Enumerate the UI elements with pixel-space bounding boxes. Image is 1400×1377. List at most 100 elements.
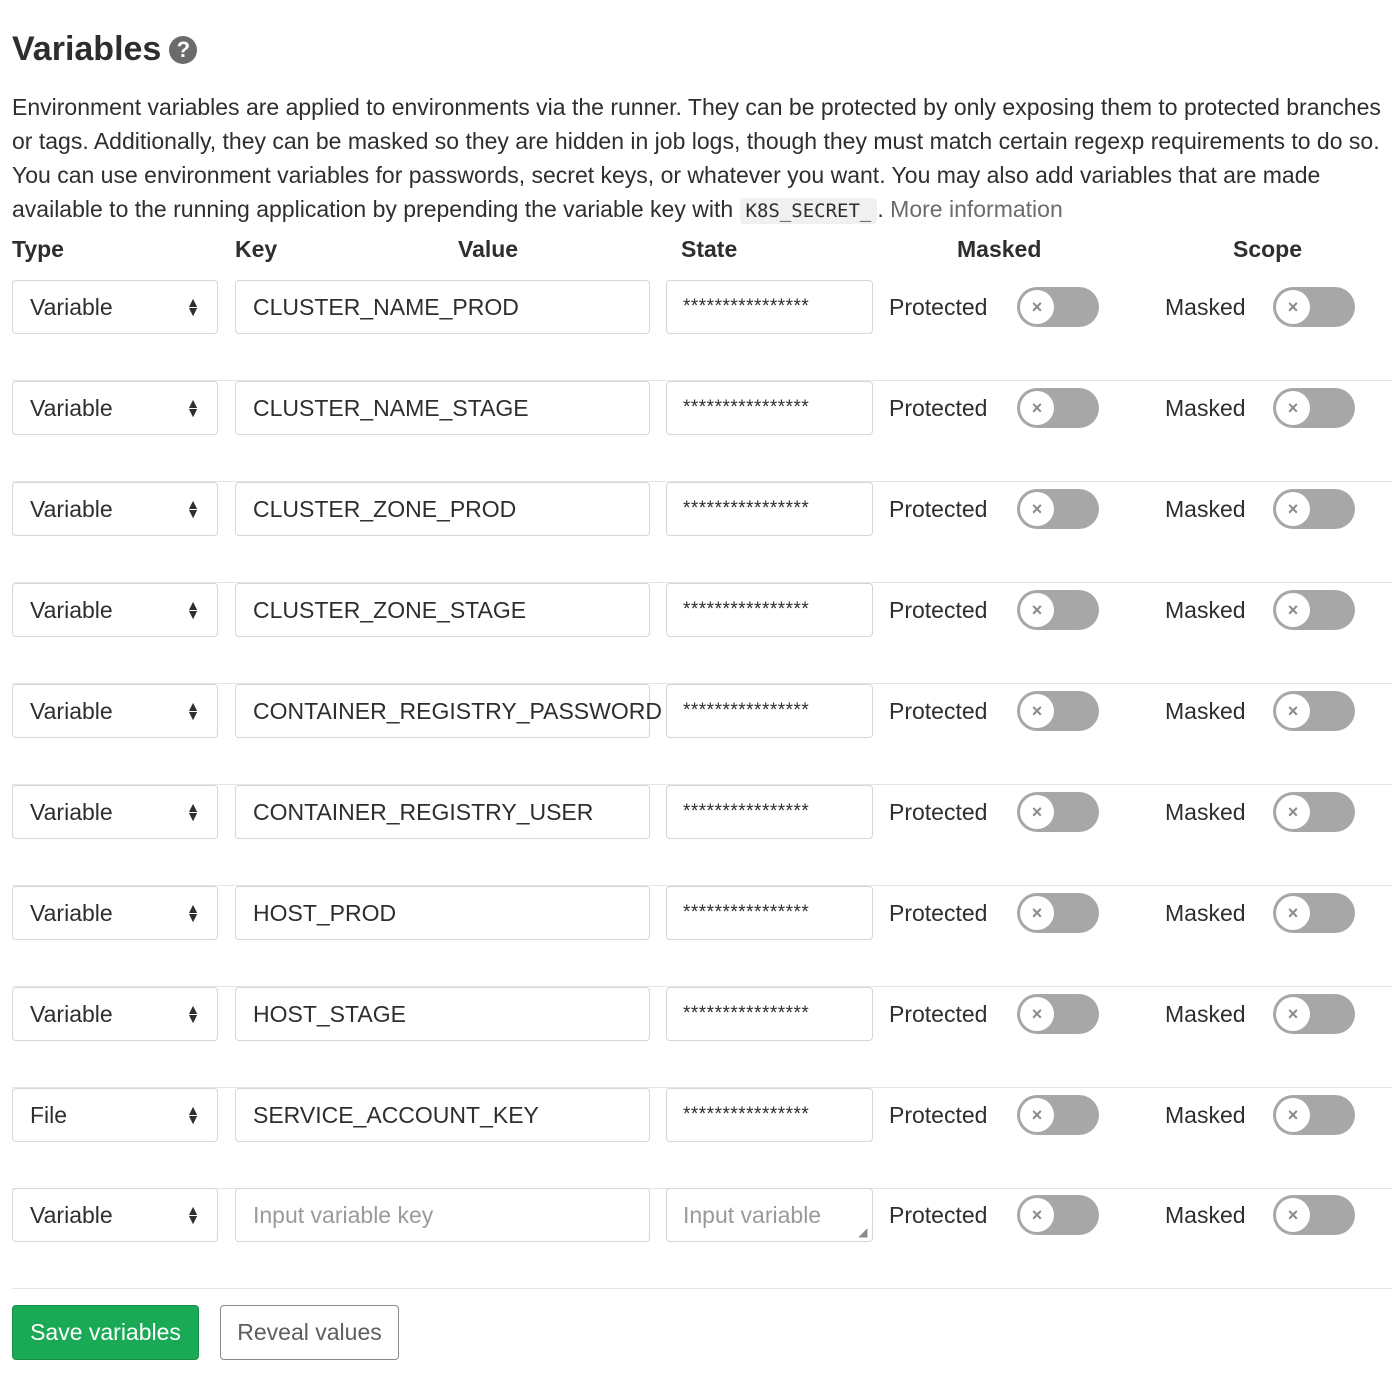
type-select[interactable]: Variable ▲ ▼ <box>12 987 218 1041</box>
masked-toggle[interactable]: × <box>1273 691 1355 731</box>
masked-toggle[interactable]: × <box>1273 388 1355 428</box>
type-select[interactable]: File ▲ ▼ <box>12 1088 218 1142</box>
key-input[interactable]: CLUSTER_ZONE_PROD <box>235 482 650 536</box>
type-select[interactable]: Variable ▲ ▼ <box>12 785 218 839</box>
protected-toggle[interactable]: × <box>1017 287 1099 327</box>
protected-toggle[interactable]: × <box>1017 1195 1099 1235</box>
type-select[interactable]: Variable ▲ ▼ <box>12 482 218 536</box>
protected-label: Protected <box>889 799 988 825</box>
key-input-value: CLUSTER_ZONE_STAGE <box>253 596 527 623</box>
key-input-value: CONTAINER_REGISTRY_PASSWORD <box>253 697 662 724</box>
masked-toggle[interactable]: × <box>1273 792 1355 832</box>
header-value: Value <box>458 236 519 262</box>
header-state: State <box>681 236 738 262</box>
masked-label: Masked <box>1165 698 1246 724</box>
type-select-value: Variable <box>30 394 113 421</box>
close-icon: × <box>1020 997 1054 1031</box>
type-select-value: File <box>30 1101 68 1128</box>
close-icon: × <box>1276 694 1310 728</box>
sort-arrows-icon: ▲ ▼ <box>186 496 200 521</box>
value-input[interactable]: **************** <box>666 583 873 637</box>
key-input[interactable]: CLUSTER_ZONE_STAGE <box>235 583 650 637</box>
close-icon: × <box>1020 593 1054 627</box>
more-information-link[interactable]: More information <box>890 196 1063 222</box>
value-input[interactable]: **************** <box>666 1088 873 1142</box>
masked-toggle[interactable]: × <box>1273 287 1355 327</box>
type-select[interactable]: Variable ▲ ▼ <box>12 886 218 940</box>
protected-toggle[interactable]: × <box>1017 792 1099 832</box>
value-input[interactable]: **************** <box>666 886 873 940</box>
close-icon: × <box>1276 896 1310 930</box>
key-input[interactable]: CLUSTER_NAME_STAGE <box>235 381 650 435</box>
masked-label: Masked <box>1165 1202 1246 1228</box>
masked-label: Masked <box>1165 1001 1246 1027</box>
sort-arrows-icon: ▲ ▼ <box>186 900 200 925</box>
value-input[interactable]: **************** <box>666 381 873 435</box>
protected-label: Protected <box>889 1202 988 1228</box>
question-circle-icon[interactable]: ? <box>169 35 198 64</box>
sort-arrows-icon: ▲ ▼ <box>186 1001 200 1026</box>
masked-label: Masked <box>1165 294 1246 320</box>
masked-toggle[interactable]: × <box>1273 994 1355 1034</box>
protected-toggle[interactable]: × <box>1017 590 1099 630</box>
close-icon: × <box>1276 290 1310 324</box>
resize-handle-icon[interactable]: ◢ <box>858 1226 868 1238</box>
value-input[interactable]: **************** <box>666 987 873 1041</box>
masked-toggle[interactable]: × <box>1273 893 1355 933</box>
value-input[interactable]: **************** <box>666 482 873 536</box>
key-input[interactable]: Input variable key <box>235 1188 650 1242</box>
reveal-values-button[interactable]: Reveal values <box>220 1305 399 1360</box>
type-select[interactable]: Variable ▲ ▼ <box>12 381 218 435</box>
key-input-value: CONTAINER_REGISTRY_USER <box>253 798 594 825</box>
protected-toggle[interactable]: × <box>1017 994 1099 1034</box>
key-input[interactable]: CONTAINER_REGISTRY_USER <box>235 785 650 839</box>
key-input-value: CLUSTER_NAME_STAGE <box>253 394 529 421</box>
close-icon: × <box>1020 290 1054 324</box>
key-input-value: HOST_STAGE <box>253 1000 406 1027</box>
header-scope: Scope <box>1233 236 1303 262</box>
close-icon: × <box>1276 1098 1310 1132</box>
variable-row: Variable ▲ ▼ CLUSTER_NAME_PROD *************… <box>0 280 1392 381</box>
close-icon: × <box>1020 391 1054 425</box>
close-icon: × <box>1020 492 1054 526</box>
sort-arrows-icon: ▲ ▼ <box>186 1202 200 1227</box>
value-input-masked: **************** <box>683 1104 810 1125</box>
type-select[interactable]: Variable ▲ ▼ <box>12 583 218 637</box>
masked-toggle[interactable]: × <box>1273 590 1355 630</box>
key-input[interactable]: HOST_PROD <box>235 886 650 940</box>
key-input-value: CLUSTER_ZONE_PROD <box>253 495 517 522</box>
header-key: Key <box>235 236 278 262</box>
masked-toggle[interactable]: × <box>1273 1195 1355 1235</box>
section-header: Variables ? <box>12 30 198 69</box>
masked-toggle[interactable]: × <box>1273 489 1355 529</box>
protected-toggle[interactable]: × <box>1017 1095 1099 1135</box>
close-icon: × <box>1276 492 1310 526</box>
protected-toggle[interactable]: × <box>1017 489 1099 529</box>
value-input[interactable]: **************** <box>666 785 873 839</box>
type-select[interactable]: Variable ▲ ▼ <box>12 1188 218 1242</box>
type-select-value: Variable <box>30 697 113 724</box>
protected-label: Protected <box>889 1102 988 1128</box>
value-input[interactable]: **************** <box>666 684 873 738</box>
key-input[interactable]: CONTAINER_REGISTRY_PASSWORD <box>235 684 662 738</box>
type-select[interactable]: Variable ▲ ▼ <box>12 280 218 334</box>
masked-toggle[interactable]: × <box>1273 1095 1355 1135</box>
key-input[interactable]: CLUSTER_NAME_PROD <box>235 280 650 334</box>
close-icon: × <box>1276 795 1310 829</box>
masked-label: Masked <box>1165 799 1246 825</box>
value-textarea[interactable]: Input variable ◢ <box>666 1188 873 1242</box>
key-input[interactable]: HOST_STAGE <box>235 987 650 1041</box>
section-description: Environment variables are applied to env… <box>12 90 1382 228</box>
value-input[interactable]: **************** <box>666 280 873 334</box>
close-icon: × <box>1276 997 1310 1031</box>
value-input-masked: **************** <box>683 498 810 519</box>
type-select[interactable]: Variable ▲ ▼ <box>12 684 218 738</box>
save-variables-button[interactable]: Save variables <box>12 1305 199 1360</box>
variable-row: File ▲ ▼ SERVICE_ACCOUNT_KEY ***************… <box>0 1088 1392 1189</box>
sort-arrows-icon: ▲ ▼ <box>186 597 200 622</box>
protected-toggle[interactable]: × <box>1017 893 1099 933</box>
key-input[interactable]: SERVICE_ACCOUNT_KEY <box>235 1088 650 1142</box>
protected-toggle[interactable]: × <box>1017 388 1099 428</box>
close-icon: × <box>1020 1098 1054 1132</box>
protected-toggle[interactable]: × <box>1017 691 1099 731</box>
